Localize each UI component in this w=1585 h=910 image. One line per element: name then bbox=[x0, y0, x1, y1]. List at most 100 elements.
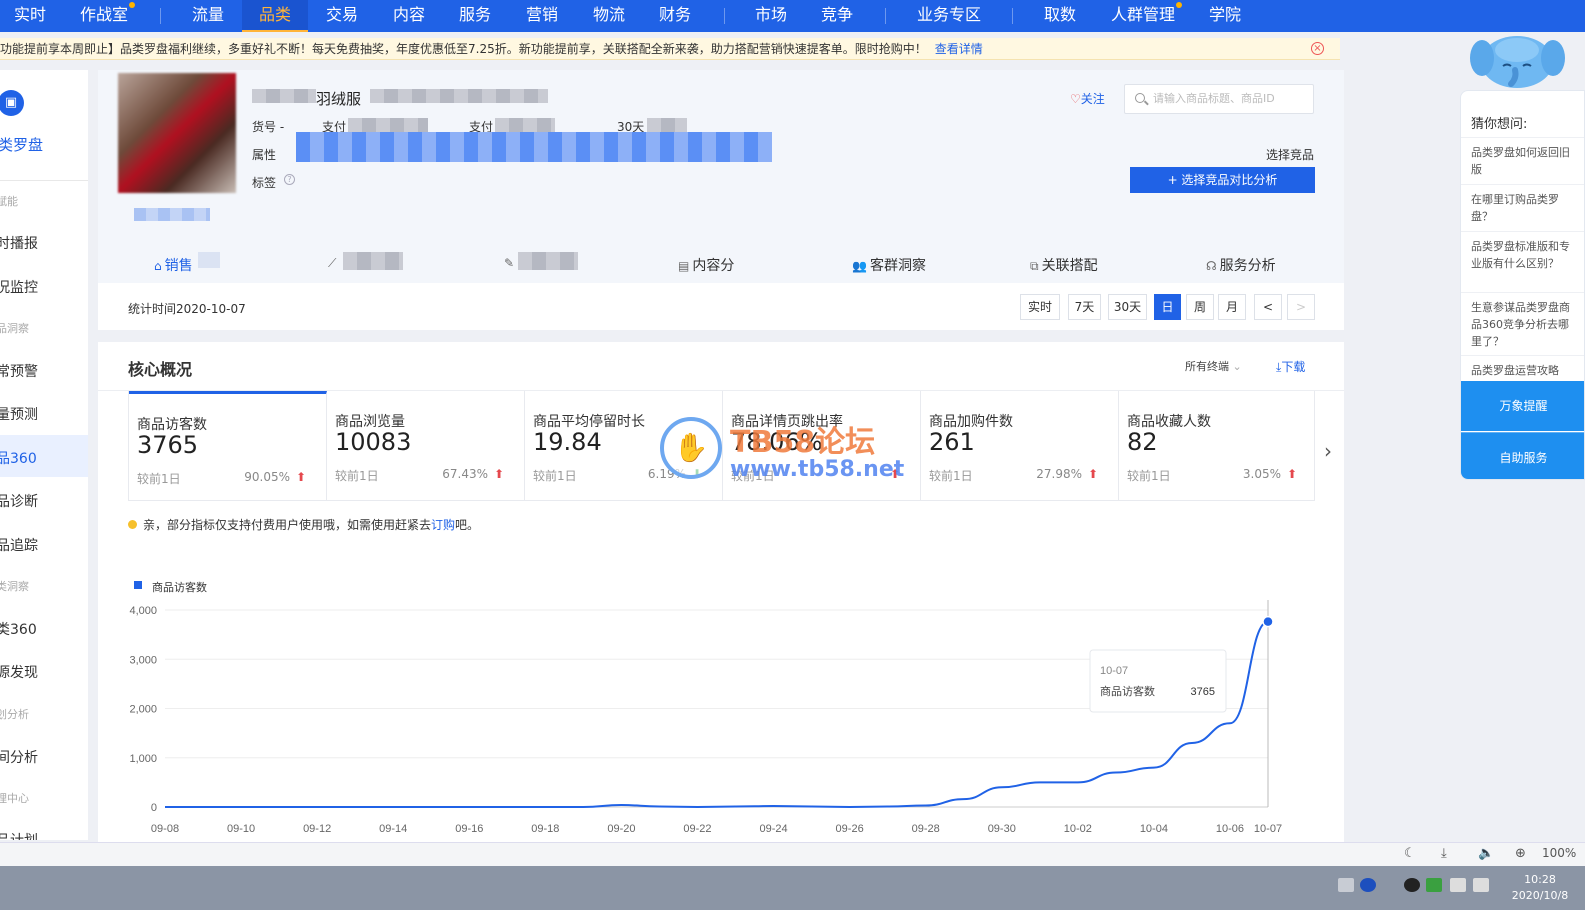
arrow-up-icon: ⬆ bbox=[295, 470, 306, 484]
help-icon[interactable]: ? bbox=[284, 174, 295, 185]
blurred-text bbox=[370, 89, 548, 103]
sidebar-item[interactable]: 况监控 bbox=[0, 277, 38, 297]
metric-card-pageviews[interactable]: 商品浏览量 10083 较前1日 67.43% ⬆ bbox=[327, 391, 525, 501]
chat-question[interactable]: 在哪里订购品类罗盘？ bbox=[1461, 184, 1584, 230]
wanxiang-reminder-button[interactable]: 万象提醒 bbox=[1461, 381, 1584, 431]
close-icon[interactable]: × bbox=[1311, 42, 1324, 55]
nav-audience[interactable]: 人群管理 bbox=[1111, 0, 1183, 32]
blurred-text bbox=[134, 208, 210, 221]
nav-war-room-label: 作战室 bbox=[80, 5, 129, 24]
nav-trade[interactable]: 交易 bbox=[326, 0, 358, 32]
tab-sales[interactable]: ⌂ 销售 bbox=[154, 255, 193, 275]
metric-card-visitors[interactable]: 商品访客数 3765 较前1日 90.05% ⬆ bbox=[129, 391, 327, 501]
chat-question[interactable]: 品类罗盘如何返回旧版 bbox=[1461, 137, 1584, 183]
x-tick-label: 10-07 bbox=[1254, 823, 1282, 835]
follow-button[interactable]: ♡关注 bbox=[1070, 90, 1105, 107]
arrow-up-icon: ⬆ bbox=[1286, 467, 1297, 481]
subscribe-link[interactable]: 订购 bbox=[431, 518, 455, 532]
metric-compare: 较前1日 bbox=[137, 472, 181, 486]
select-competitor-button[interactable]: + 选择竞品对比分析 bbox=[1130, 167, 1315, 193]
tab-edit[interactable]: ✎ bbox=[504, 255, 517, 271]
sidebar-item[interactable]: 品诊断 bbox=[0, 491, 38, 511]
product-image[interactable] bbox=[118, 73, 236, 193]
self-service-button[interactable]: 自助服务 bbox=[1461, 432, 1584, 479]
metric-card-addcart[interactable]: 商品加购件数 261 较前1日 27.98% ⬆ bbox=[921, 391, 1119, 501]
y-tick-label: 0 bbox=[151, 802, 157, 814]
nav-academy[interactable]: 学院 bbox=[1209, 0, 1241, 32]
clock[interactable]: 10:28 2020/10/8 bbox=[1505, 872, 1575, 904]
time-7d-button[interactable]: 7天 bbox=[1068, 294, 1101, 320]
sidebar-item[interactable]: 时播报 bbox=[0, 233, 38, 253]
sidebar-divider bbox=[0, 180, 88, 181]
sidebar-item[interactable]: 品计划 bbox=[0, 830, 38, 840]
zoom-level[interactable]: 100% bbox=[1542, 846, 1576, 860]
metric-card-favorites[interactable]: 商品收藏人数 82 较前1日 3.05% ⬆ bbox=[1119, 391, 1317, 501]
help-chat-panel: 猜你想问: 品类罗盘如何返回旧版 在哪里订购品类罗盘？ 品类罗盘标准版和专业版有… bbox=[1460, 90, 1585, 480]
tab-trend[interactable]: ⟋ bbox=[328, 255, 339, 271]
sidebar-item[interactable]: 类360 bbox=[0, 619, 37, 639]
nav-service[interactable]: 服务 bbox=[459, 0, 491, 32]
time-realtime-button[interactable]: 实时 bbox=[1020, 294, 1060, 320]
moon-icon[interactable]: ☾ bbox=[1404, 846, 1416, 861]
nav-traffic[interactable]: 流量 bbox=[192, 0, 224, 32]
time-week-button[interactable]: 周 bbox=[1186, 294, 1214, 320]
chat-question[interactable]: 品类罗盘标准版和专业版有什么区别？ bbox=[1461, 231, 1584, 291]
notice-link[interactable]: 查看详情 bbox=[935, 42, 983, 56]
tab-association[interactable]: ⧉ 关联搭配 bbox=[1030, 255, 1098, 275]
x-tick-label: 09-10 bbox=[227, 823, 255, 835]
zoom-icon[interactable]: ⊕ bbox=[1515, 846, 1526, 861]
chevron-right-icon[interactable]: › bbox=[1324, 439, 1332, 463]
download-icon[interactable]: ⤓ bbox=[1441, 846, 1447, 861]
keyboard-icon[interactable] bbox=[1338, 878, 1354, 892]
nav-data-fetch[interactable]: 取数 bbox=[1044, 0, 1076, 32]
sidebar-item[interactable]: 源发现 bbox=[0, 662, 38, 682]
product-title: 羽绒服 bbox=[316, 90, 362, 108]
nav-war-room[interactable]: 作战室 bbox=[80, 0, 136, 32]
time-month-button[interactable]: 月 bbox=[1218, 294, 1246, 320]
time-day-button[interactable]: 日 bbox=[1154, 294, 1181, 320]
nav-category[interactable]: 品类 bbox=[242, 0, 309, 32]
sidebar-item[interactable]: 间分析 bbox=[0, 747, 38, 767]
data-point bbox=[1262, 615, 1274, 628]
nvidia-icon[interactable] bbox=[1426, 878, 1442, 892]
tooltip-value: 3765 bbox=[1191, 686, 1215, 698]
tab-audience[interactable]: 👥 客群洞察 bbox=[852, 255, 926, 275]
nav-logistics[interactable]: 物流 bbox=[593, 0, 625, 32]
metric-compare: 较前1日 bbox=[335, 469, 379, 483]
nav-competition[interactable]: 竞争 bbox=[821, 0, 853, 32]
prev-button[interactable]: < bbox=[1254, 294, 1282, 320]
blurred-attributes bbox=[296, 132, 772, 162]
volume-icon[interactable] bbox=[1473, 878, 1489, 892]
download-button[interactable]: ⤓下载 bbox=[1276, 358, 1305, 375]
tab-service[interactable]: ☊ 服务分析 bbox=[1206, 255, 1276, 275]
next-button[interactable]: > bbox=[1287, 294, 1315, 320]
nav-finance[interactable]: 财务 bbox=[659, 0, 691, 32]
elephant-mascot-icon[interactable] bbox=[1470, 30, 1565, 90]
nav-marketing[interactable]: 营销 bbox=[526, 0, 558, 32]
nav-realtime[interactable]: 实时 bbox=[14, 0, 46, 32]
chat-question[interactable]: 品类罗盘运营攻略 bbox=[1461, 355, 1584, 381]
sidebar-item[interactable]: 量预测 bbox=[0, 404, 38, 424]
terminal-select[interactable]: 所有终端 ⌄ bbox=[1185, 358, 1242, 374]
chat-question[interactable]: 生意参谋品类罗盘商品360竞争分析去哪里了？ bbox=[1461, 292, 1584, 354]
volume-icon[interactable]: 🔈 bbox=[1478, 846, 1494, 861]
sidebar-item[interactable]: 常预警 bbox=[0, 361, 38, 381]
metric-card-staytime[interactable]: 商品平均停留时长 19.84 较前1日 6.19% ⬇ bbox=[525, 391, 723, 501]
search-input[interactable]: 请输入商品标题、商品ID bbox=[1124, 84, 1314, 114]
tab-content[interactable]: ▤ 内容分 bbox=[678, 255, 734, 275]
x-tick-label: 09-26 bbox=[836, 823, 864, 835]
time-30d-button[interactable]: 30天 bbox=[1108, 294, 1147, 320]
nav-content[interactable]: 内容 bbox=[393, 0, 425, 32]
help-icon[interactable] bbox=[1360, 878, 1376, 892]
nav-business-zone[interactable]: 业务专区 bbox=[917, 0, 981, 32]
qq-icon[interactable] bbox=[1404, 878, 1420, 892]
nav-market[interactable]: 市场 bbox=[755, 0, 787, 32]
sidebar-section: 理中心 bbox=[0, 792, 29, 805]
metric-pct: 67.43% bbox=[442, 467, 488, 481]
sku-label: 货号 - bbox=[252, 120, 285, 134]
network-icon[interactable] bbox=[1450, 878, 1466, 892]
sidebar-item[interactable]: 品追踪 bbox=[0, 535, 38, 555]
search-placeholder: 请输入商品标题、商品ID bbox=[1153, 92, 1275, 105]
metric-card-bounce[interactable]: 商品详情页跳出率 78.06% 较前1日 ⬆ bbox=[723, 391, 921, 501]
sidebar-item-active[interactable]: 品360 bbox=[0, 448, 37, 468]
